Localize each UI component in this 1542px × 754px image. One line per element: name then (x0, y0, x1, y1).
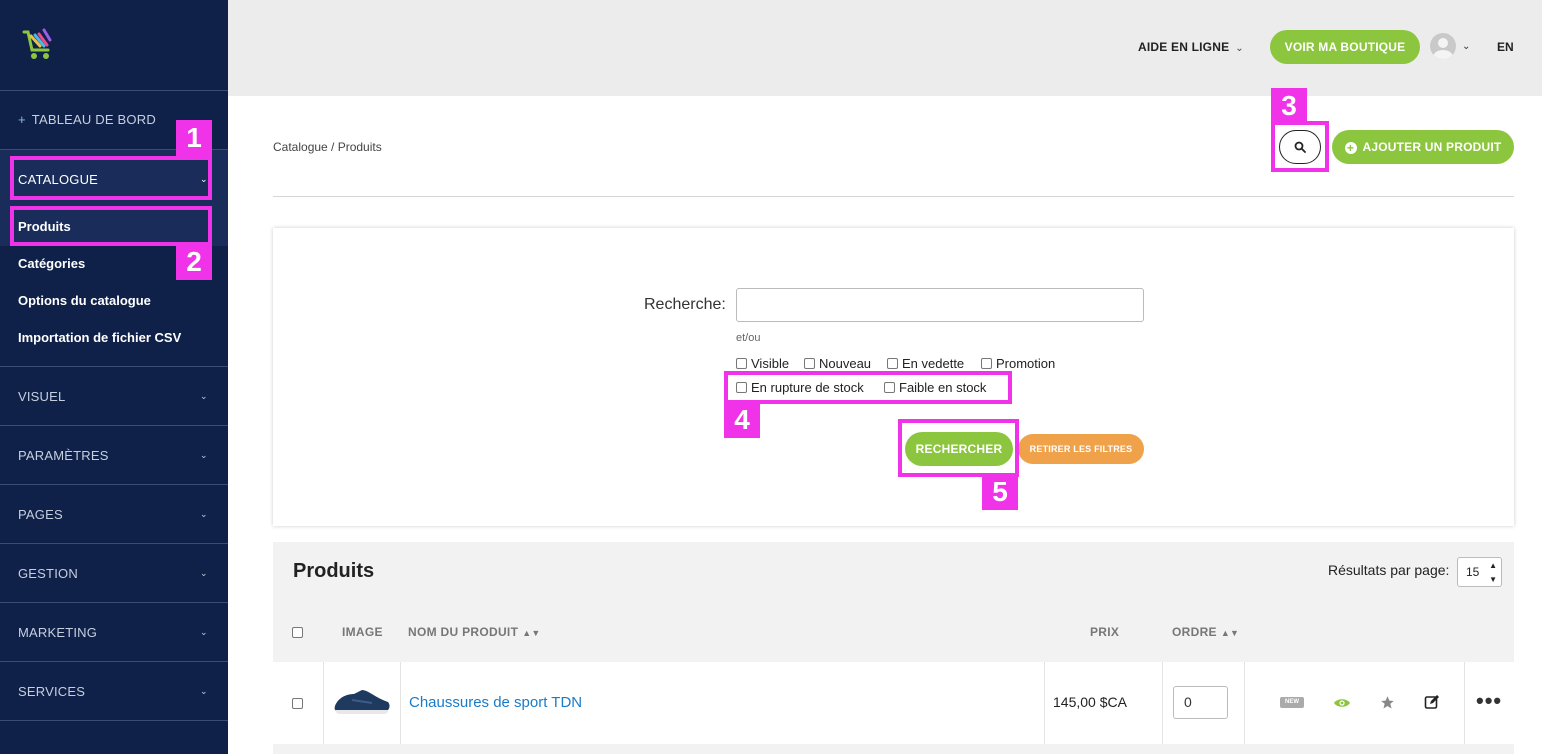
column-header-image: IMAGE (342, 625, 383, 639)
product-order-input[interactable]: 0 (1173, 686, 1228, 719)
column-header-name[interactable]: NOM DU PRODUIT ▲▼ (408, 625, 541, 639)
featured-star-icon[interactable] (1380, 695, 1395, 715)
checkbox[interactable] (981, 358, 992, 369)
sidebar-item-categories[interactable]: Catégories (18, 256, 85, 271)
avatar[interactable] (1430, 33, 1456, 59)
chevron-down-icon[interactable]: ⌄ (1462, 41, 1470, 52)
clear-filters-button[interactable]: RETIRER LES FILTRES (1018, 434, 1144, 464)
chevron-down-icon: ⌄ (200, 686, 208, 696)
sidebar-divider (0, 484, 228, 485)
chevron-down-icon: ⌄ (200, 568, 208, 578)
new-badge-icon[interactable]: NEW (1280, 697, 1304, 708)
andor-hint: et/ou (736, 332, 761, 344)
sidebar-item-pages[interactable]: PAGES (18, 507, 63, 522)
sidebar-divider (0, 661, 228, 662)
divider (273, 196, 1514, 197)
sort-icon: ▲▼ (1220, 628, 1240, 638)
help-menu[interactable]: AIDE EN LIGNE ⌄ (1138, 40, 1244, 54)
plus-circle-icon: + (1344, 142, 1357, 154)
sidebar-item-gestion[interactable]: GESTION (18, 566, 78, 581)
chevron-down-icon: ⌄ (200, 391, 208, 401)
highlight-box-2 (10, 206, 212, 246)
sidebar-item-services[interactable]: SERVICES (18, 684, 85, 699)
per-page-select[interactable]: 15 ▲ ▼ (1457, 557, 1502, 587)
sidebar-item-csv-import[interactable]: Importation de fichier CSV (18, 330, 181, 345)
add-product-button[interactable]: + AJOUTER UN PRODUIT (1332, 130, 1514, 164)
sidebar-item-catalogue-options[interactable]: Options du catalogue (18, 293, 151, 308)
product-image (332, 684, 392, 718)
checkbox[interactable] (887, 358, 898, 369)
per-page-label: Résultats par page: (1328, 562, 1450, 578)
column-header-price: PRIX (1090, 625, 1120, 639)
visibility-eye-icon[interactable] (1333, 696, 1351, 715)
checkbox[interactable] (804, 358, 815, 369)
filter-promotion[interactable]: Promotion (981, 356, 1055, 371)
plus-icon: + (18, 112, 26, 127)
highlight-number-3: 3 (1271, 88, 1307, 124)
select-all-checkbox[interactable] (292, 627, 303, 638)
sort-arrows-icon: ▲ ▼ (1489, 561, 1497, 584)
sidebar-item-marketing[interactable]: MARKETING (18, 625, 97, 640)
sidebar-divider (0, 425, 228, 426)
filter-visible[interactable]: Visible (736, 356, 789, 371)
chevron-down-icon: ⌄ (1235, 43, 1244, 54)
sidebar: + TABLEAU DE BORD CATALOGUE ⌄ Produits Ca… (0, 0, 228, 754)
breadcrumb: Catalogue / Produits (273, 140, 382, 154)
view-shop-button[interactable]: VOIR MA BOUTIQUE (1270, 30, 1420, 64)
highlight-box-4 (724, 371, 1012, 404)
row-checkbox[interactable] (292, 698, 303, 709)
checkbox[interactable] (736, 358, 747, 369)
sort-icon: ▲▼ (522, 628, 541, 638)
search-input[interactable] (736, 288, 1144, 322)
sidebar-item-visuel[interactable]: VISUEL (18, 389, 65, 404)
more-options-icon[interactable]: ••• (1476, 688, 1502, 714)
highlight-number-1: 1 (176, 120, 212, 156)
sidebar-divider (0, 720, 228, 721)
sidebar-divider (0, 543, 228, 544)
edit-icon[interactable] (1424, 694, 1440, 715)
product-name-link[interactable]: Chaussures de sport TDN (409, 694, 582, 711)
highlight-number-2: 2 (176, 244, 212, 280)
highlight-number-5: 5 (982, 474, 1018, 510)
highlight-box-5 (898, 419, 1019, 477)
language-switch[interactable]: EN (1497, 40, 1514, 54)
chevron-down-icon: ⌄ (200, 627, 208, 637)
column-header-order[interactable]: ORDRE ▲▼ (1172, 625, 1239, 639)
filter-nouveau[interactable]: Nouveau (804, 356, 871, 371)
cart-logo-icon[interactable] (16, 26, 56, 62)
sidebar-item-parametres[interactable]: PARAMÈTRES (18, 448, 109, 463)
highlight-box-3 (1271, 121, 1329, 172)
sidebar-divider (0, 90, 228, 91)
highlight-box-1 (10, 156, 212, 200)
sidebar-divider (0, 366, 228, 367)
products-title: Produits (293, 560, 375, 582)
filter-en-vedette[interactable]: En vedette (887, 356, 964, 371)
sidebar-item-dashboard[interactable]: + TABLEAU DE BORD (18, 112, 156, 127)
product-price: 145,00 $CA (1053, 694, 1127, 710)
sidebar-divider (0, 602, 228, 603)
highlight-number-4: 4 (724, 402, 760, 438)
chevron-down-icon: ⌄ (200, 450, 208, 460)
search-label: Recherche: (644, 296, 726, 313)
chevron-down-icon: ⌄ (200, 509, 208, 519)
